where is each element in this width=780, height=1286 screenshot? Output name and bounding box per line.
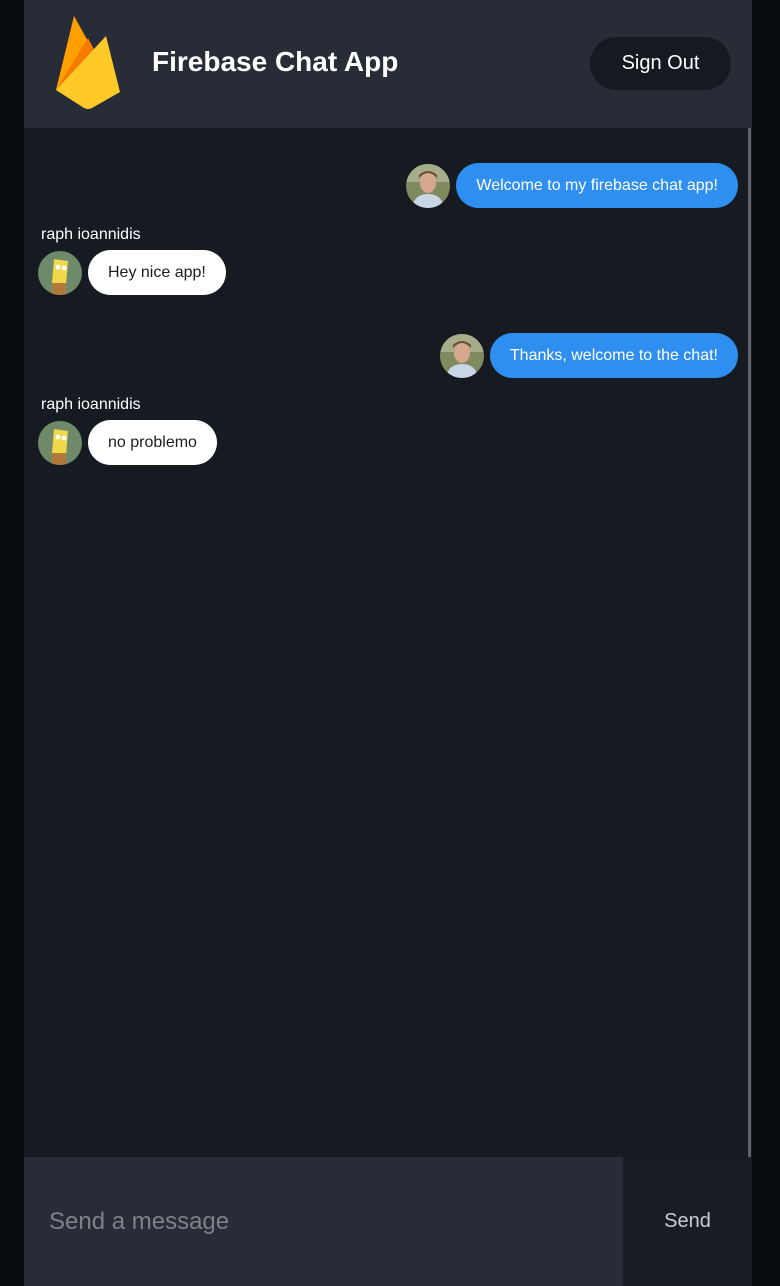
message-sent: Welcome to my firebase chat app! [406,163,738,208]
message-bubble: Hey nice app! [88,250,226,295]
sender-name: raph ioannidis [41,396,141,413]
message-bubble: Thanks, welcome to the chat! [489,333,738,378]
user-avatar [406,163,451,208]
send-button[interactable]: Send [623,1157,752,1286]
spongebob-avatar [38,420,82,465]
page-title: Firebase Chat App [152,46,399,77]
message-list[interactable]: Welcome to my firebase chat app! raph io… [24,128,752,1157]
message-bubble: Welcome to my firebase chat app! [456,163,738,208]
message-received: raph ioannidis no problemo [38,395,217,465]
sender-name: raph ioannidis [41,226,141,243]
sign-out-button[interactable]: Sign Out [590,37,731,90]
user-avatar [439,333,484,378]
message-input[interactable] [24,1157,623,1286]
message-received: raph ioannidis Hey nice app! [38,225,226,295]
message-sent: Thanks, welcome to the chat! [439,333,738,378]
message-bubble: no problemo [88,420,217,465]
chat-app: Firebase Chat App Sign Out Welcome to my… [24,0,752,1286]
message-composer: Send [24,1157,752,1286]
firebase-flame-icon [56,16,120,109]
spongebob-avatar [38,250,82,295]
scrollbar[interactable] [748,128,751,1157]
app-header: Firebase Chat App Sign Out [24,0,752,128]
